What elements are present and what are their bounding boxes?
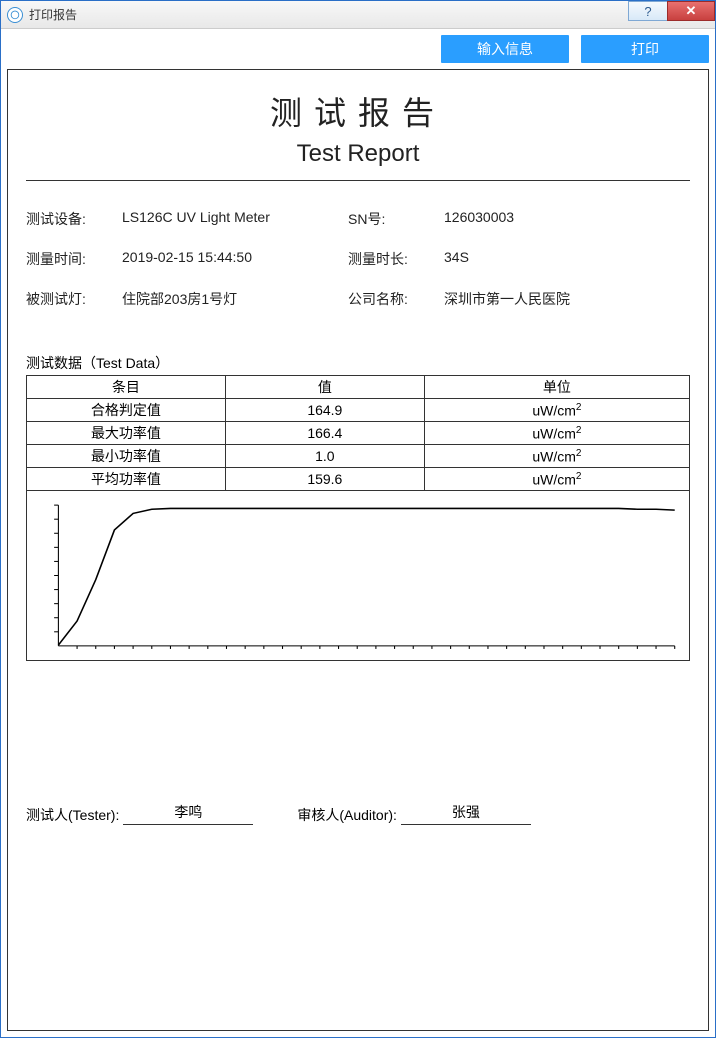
metadata-grid: 测试设备: LS126C UV Light Meter SN号: 1260300… [26, 209, 690, 309]
cell-item: 合格判定值 [27, 399, 226, 422]
print-button[interactable]: 打印 [581, 35, 709, 63]
print-report-window: ◯ 打印报告 ? ✕ 输入信息 打印 测试报告 Test Report 测试设备… [0, 0, 716, 1038]
tester-group: 测试人(Tester): 李鸣 [26, 802, 257, 825]
app-icon: ◯ [7, 7, 23, 23]
auditor-group: 审核人(Auditor): 张强 [297, 802, 535, 825]
sn-label: SN号: [348, 209, 428, 229]
window-controls: ? ✕ [628, 1, 715, 21]
cell-unit: uW/cm2 [424, 422, 689, 445]
time-label: 测量时间: [26, 249, 106, 269]
report-title-en: Test Report [26, 140, 690, 168]
window-title: 打印报告 [29, 6, 77, 23]
company-label: 公司名称: [348, 289, 428, 309]
cell-item: 平均功率值 [27, 468, 226, 491]
table-row: 最小功率值1.0uW/cm2 [27, 445, 690, 468]
report-panel: 测试报告 Test Report 测试设备: LS126C UV Light M… [7, 69, 709, 1031]
divider [26, 180, 690, 181]
cell-item: 最小功率值 [27, 445, 226, 468]
time-value: 2019-02-15 15:44:50 [122, 249, 332, 269]
input-info-button[interactable]: 输入信息 [441, 35, 569, 63]
lamp-value: 住院部203房1号灯 [122, 289, 332, 309]
test-data-table: 条目 值 单位 合格判定值164.9uW/cm2最大功率值166.4uW/cm2… [26, 375, 690, 491]
help-button[interactable]: ? [628, 1, 668, 21]
close-button[interactable]: ✕ [667, 1, 715, 21]
lamp-label: 被测试灯: [26, 289, 106, 309]
col-unit: 单位 [424, 376, 689, 399]
cell-unit: uW/cm2 [424, 468, 689, 491]
cell-value: 166.4 [225, 422, 424, 445]
duration-value: 34S [444, 249, 690, 269]
content-area: 输入信息 打印 测试报告 Test Report 测试设备: LS126C UV… [1, 29, 715, 1037]
report-title-cn: 测试报告 [26, 88, 690, 134]
chart-container [26, 491, 690, 661]
cell-value: 1.0 [225, 445, 424, 468]
table-row: 合格判定值164.9uW/cm2 [27, 399, 690, 422]
action-toolbar: 输入信息 打印 [7, 35, 709, 63]
test-data-label: 测试数据（Test Data） [26, 353, 690, 373]
sn-value: 126030003 [444, 209, 690, 229]
cell-item: 最大功率值 [27, 422, 226, 445]
table-row: 平均功率值159.6uW/cm2 [27, 468, 690, 491]
duration-label: 测量时长: [348, 249, 428, 269]
device-value: LS126C UV Light Meter [122, 209, 332, 229]
auditor-label: 审核人(Auditor): [297, 805, 397, 825]
col-value: 值 [225, 376, 424, 399]
table-row: 最大功率值166.4uW/cm2 [27, 422, 690, 445]
col-item: 条目 [27, 376, 226, 399]
cell-value: 159.6 [225, 468, 424, 491]
signatures-row: 测试人(Tester): 李鸣 审核人(Auditor): 张强 [26, 802, 690, 825]
titlebar[interactable]: ◯ 打印报告 ? ✕ [1, 1, 715, 29]
device-label: 测试设备: [26, 209, 106, 229]
company-value: 深圳市第一人民医院 [444, 289, 690, 309]
tester-label: 测试人(Tester): [26, 805, 119, 825]
tester-value: 李鸣 [123, 802, 253, 825]
auditor-value: 张强 [401, 802, 531, 825]
table-header-row: 条目 值 单位 [27, 376, 690, 399]
power-line-chart [37, 499, 679, 652]
cell-unit: uW/cm2 [424, 399, 689, 422]
close-icon: ✕ [686, 3, 697, 19]
cell-value: 164.9 [225, 399, 424, 422]
cell-unit: uW/cm2 [424, 445, 689, 468]
